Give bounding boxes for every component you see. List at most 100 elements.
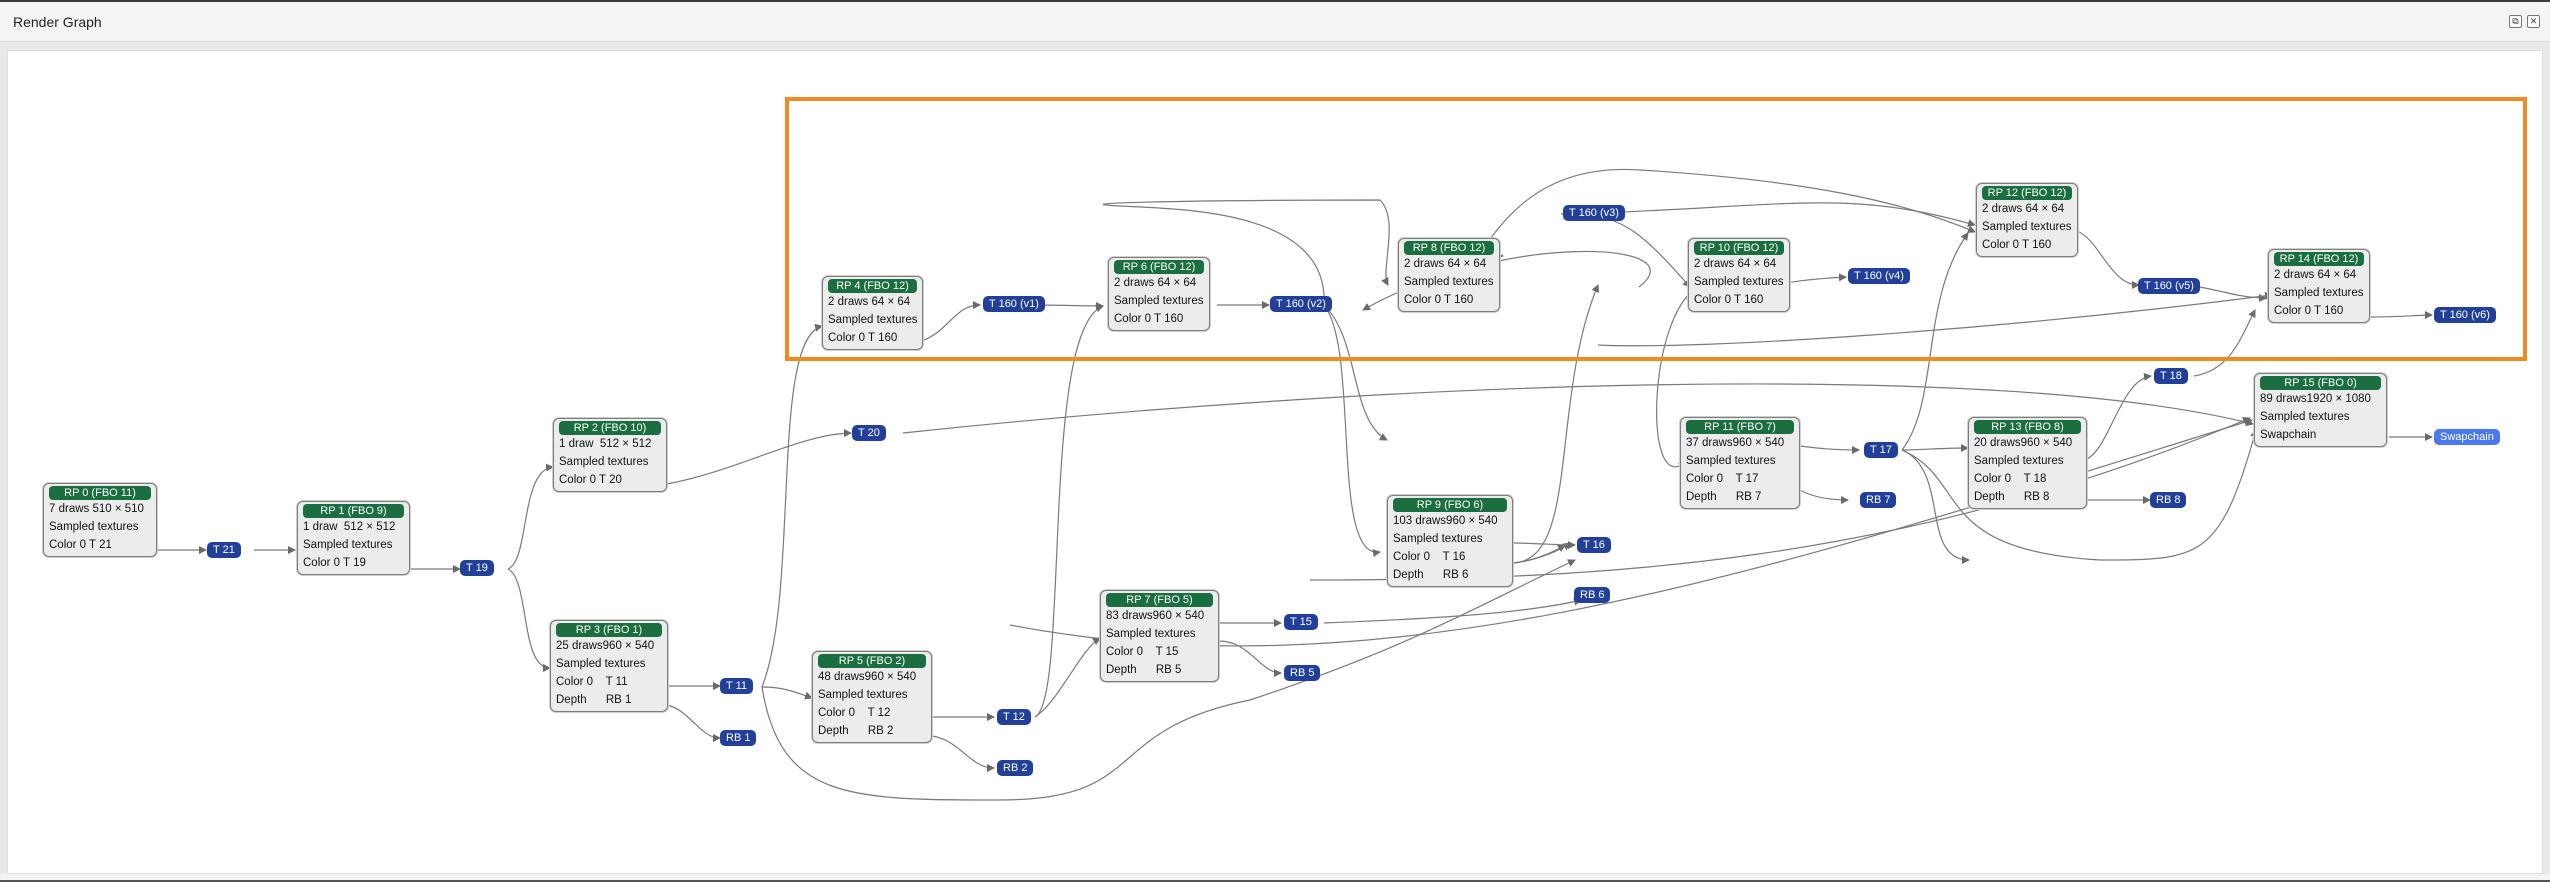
edge bbox=[1901, 444, 1969, 453]
pass-line: Sampled textures bbox=[49, 521, 139, 533]
resource-node[interactable]: T 21 bbox=[207, 542, 241, 558]
render-pass-node[interactable]: RP 7 (FBO 5) 83 draws960 × 540 Sampled t… bbox=[1100, 590, 1219, 682]
pass-line: Sampled textures bbox=[303, 539, 393, 551]
pass-header: RP 2 (FBO 10) bbox=[559, 421, 661, 435]
pass-line: Depth RB 2 bbox=[818, 725, 894, 737]
pass-line: Sampled textures bbox=[2260, 411, 2350, 423]
pass-line: Color 0 T 21 bbox=[49, 539, 112, 551]
pass-line: Sampled textures bbox=[1404, 276, 1494, 288]
pass-header: RP 7 (FBO 5) bbox=[1106, 593, 1213, 607]
pass-line: Sampled textures bbox=[1694, 276, 1784, 288]
resource-node[interactable]: T 17 bbox=[1864, 442, 1898, 458]
pass-line: Color 0 T 11 bbox=[556, 676, 628, 688]
resource-node[interactable]: T 160 (v6) bbox=[2434, 307, 2496, 323]
pass-line: Color 0 T 160 bbox=[1404, 294, 1474, 306]
pass-line: 37 draws960 × 540 bbox=[1686, 437, 1785, 449]
pass-line: 89 draws1920 × 1080 bbox=[2260, 393, 2371, 405]
pass-line: Color 0 T 160 bbox=[1694, 294, 1764, 306]
edge bbox=[931, 735, 995, 772]
pass-line: Sampled textures bbox=[556, 658, 646, 670]
render-pass-node[interactable]: RP 2 (FBO 10) 1 draw 512 × 512 Sampled t… bbox=[553, 418, 667, 492]
pass-line: 48 draws960 × 540 bbox=[818, 671, 917, 683]
pass-line: Color 0 T 19 bbox=[303, 557, 366, 569]
resource-node[interactable]: RB 1 bbox=[720, 730, 757, 746]
resource-node[interactable]: RB 2 bbox=[997, 760, 1034, 776]
pass-line: Sampled textures bbox=[818, 689, 908, 701]
resource-node[interactable]: T 19 bbox=[460, 560, 494, 576]
render-pass-node[interactable]: RP 12 (FBO 12) 2 draws 64 × 64 Sampled t… bbox=[1976, 183, 2078, 257]
resource-node[interactable]: T 20 bbox=[852, 425, 886, 441]
render-pass-node[interactable]: RP 1 (FBO 9) 1 draw 512 × 512 Sampled te… bbox=[297, 501, 410, 575]
pass-line: Sampled textures bbox=[559, 456, 649, 468]
pass-header: RP 1 (FBO 9) bbox=[303, 504, 404, 518]
pass-line: Sampled textures bbox=[1974, 455, 2064, 467]
pass-line: 7 draws 510 × 510 bbox=[49, 503, 144, 515]
swapchain-node[interactable]: Swapchain bbox=[2434, 429, 2500, 445]
resource-node[interactable]: T 16 bbox=[1577, 537, 1611, 553]
render-pass-node[interactable]: RP 8 (FBO 12) 2 draws 64 × 64 Sampled te… bbox=[1398, 238, 1500, 312]
pass-line: Sampled textures bbox=[1686, 455, 1776, 467]
edge bbox=[761, 323, 823, 688]
render-pass-node[interactable]: RP 15 (FBO 0) 89 draws1920 × 1080 Sample… bbox=[2254, 373, 2387, 447]
render-pass-node[interactable]: RP 10 (FBO 12) 2 draws 64 × 64 Sampled t… bbox=[1688, 238, 1790, 312]
pass-line: 20 draws960 × 540 bbox=[1974, 437, 2073, 449]
render-pass-node[interactable]: RP 13 (FBO 8) 20 draws960 × 540 Sampled … bbox=[1968, 417, 2087, 509]
pass-header: RP 9 (FBO 6) bbox=[1393, 498, 1507, 512]
render-pass-node[interactable]: RP 5 (FBO 2) 48 draws960 × 540 Sampled t… bbox=[812, 651, 932, 743]
resource-node[interactable]: T 15 bbox=[1284, 614, 1318, 630]
resource-node[interactable]: T 160 (v2) bbox=[1270, 296, 1332, 312]
pass-header: RP 11 (FBO 7) bbox=[1686, 420, 1794, 434]
resource-node[interactable]: RB 6 bbox=[1574, 587, 1611, 603]
resource-node[interactable]: T 160 (v1) bbox=[983, 296, 1045, 312]
resource-node[interactable]: T 160 (v5) bbox=[2138, 278, 2200, 294]
resource-node[interactable]: RB 5 bbox=[1284, 665, 1321, 681]
resource-node[interactable]: T 160 (v4) bbox=[1848, 268, 1910, 284]
pass-line: 2 draws 64 × 64 bbox=[1404, 258, 1487, 270]
pass-header: RP 3 (FBO 1) bbox=[556, 623, 662, 637]
resource-node[interactable]: RB 8 bbox=[2150, 492, 2187, 508]
pass-line: 25 draws960 × 540 bbox=[556, 640, 655, 652]
edge bbox=[507, 463, 554, 570]
edge bbox=[507, 568, 551, 672]
pass-line: Color 0 T 160 bbox=[828, 332, 898, 344]
render-pass-node[interactable]: RP 4 (FBO 12) 2 draws 64 × 64 Sampled te… bbox=[822, 276, 923, 350]
pass-line: Color 0 T 18 bbox=[1974, 473, 2047, 485]
pass-line: Color 0 T 160 bbox=[2274, 305, 2344, 317]
render-pass-node[interactable]: RP 0 (FBO 11) 7 draws 510 × 510 Sampled … bbox=[43, 483, 157, 557]
pass-line: Depth RB 5 bbox=[1106, 664, 1182, 676]
resource-node[interactable]: T 18 bbox=[2154, 368, 2188, 384]
pass-header: RP 12 (FBO 12) bbox=[1982, 186, 2072, 200]
edge bbox=[666, 429, 852, 485]
pass-line: 1 draw 512 × 512 bbox=[559, 438, 652, 450]
render-pass-node[interactable]: RP 11 (FBO 7) 37 draws960 × 540 Sampled … bbox=[1680, 417, 1800, 509]
render-pass-node[interactable]: RP 14 (FBO 12) 2 draws 64 × 64 Sampled t… bbox=[2268, 249, 2370, 323]
resource-node[interactable]: T 160 (v3) bbox=[1563, 205, 1625, 221]
edge bbox=[761, 686, 813, 700]
pass-header: RP 5 (FBO 2) bbox=[818, 654, 926, 668]
pass-line: Sampled textures bbox=[1393, 533, 1483, 545]
render-pass-node[interactable]: RP 9 (FBO 6) 103 draws960 × 540 Sampled … bbox=[1387, 495, 1513, 587]
pass-line: 103 draws960 × 540 bbox=[1393, 515, 1498, 527]
pass-line: 2 draws 64 × 64 bbox=[1982, 203, 2065, 215]
edge bbox=[2084, 372, 2152, 461]
edge bbox=[666, 704, 721, 742]
pass-line: Sampled textures bbox=[2274, 287, 2364, 299]
resource-node[interactable]: T 12 bbox=[997, 709, 1031, 725]
pass-header: RP 15 (FBO 0) bbox=[2260, 376, 2381, 390]
pass-line: Sampled textures bbox=[1982, 221, 2072, 233]
resource-node[interactable]: RB 7 bbox=[1860, 492, 1897, 508]
pass-line: Sampled textures bbox=[1106, 628, 1196, 640]
render-pass-node[interactable]: RP 6 (FBO 12) 2 draws 64 × 64 Sampled te… bbox=[1108, 257, 1210, 331]
pass-line: Color 0 T 12 bbox=[818, 707, 891, 719]
edge bbox=[1512, 544, 1566, 564]
pass-line: Depth RB 1 bbox=[556, 694, 632, 706]
pass-line: Swapchain bbox=[2260, 429, 2317, 441]
pass-line: 2 draws 64 × 64 bbox=[1694, 258, 1777, 270]
pass-line: 2 draws 64 × 64 bbox=[828, 296, 911, 308]
selection-highlight bbox=[785, 97, 2527, 361]
edge bbox=[1034, 304, 1104, 718]
pass-line: Depth RB 8 bbox=[1974, 491, 2050, 503]
render-pass-node[interactable]: RP 3 (FBO 1) 25 draws960 × 540 Sampled t… bbox=[550, 620, 668, 712]
resource-node[interactable]: T 11 bbox=[720, 678, 753, 694]
pass-line: Depth RB 7 bbox=[1686, 491, 1762, 503]
